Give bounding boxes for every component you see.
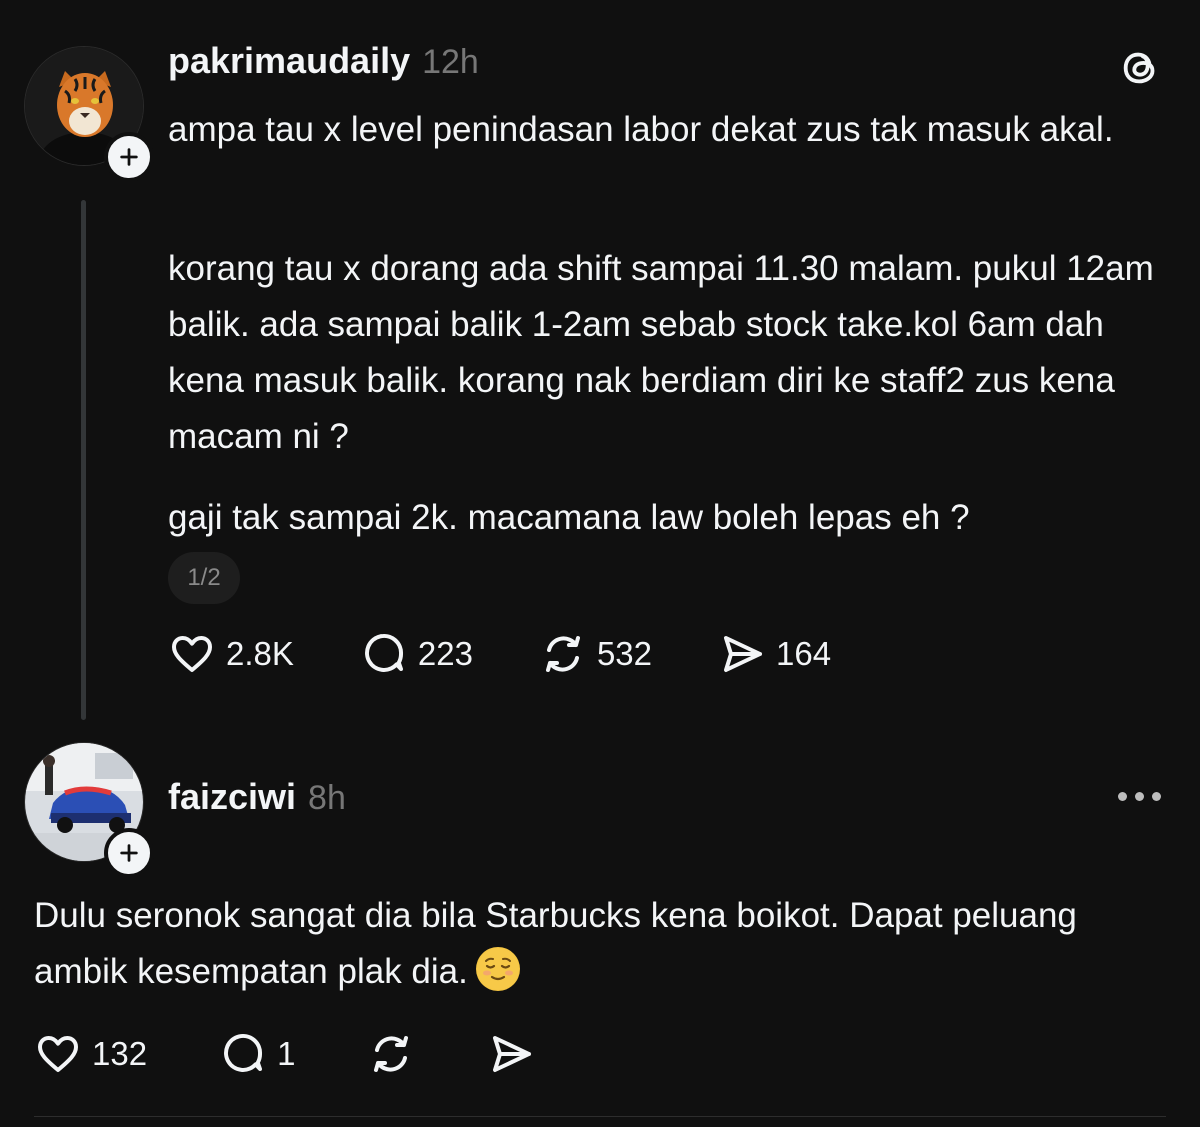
timestamp: 12h [422,43,479,81]
thread-connector-line [81,200,86,720]
username[interactable]: faizciwi [168,776,296,818]
post-header: pakrimaudaily 12h [168,40,479,82]
comment-icon [364,633,403,672]
post-header: faizciwi 8h [168,776,346,818]
timestamp: 8h [308,779,346,817]
plus-icon [120,148,138,166]
repost-icon [545,636,580,672]
reply-count: 223 [417,635,473,672]
send-icon [724,636,763,672]
action-bar: 2.8K 223 532 164 [168,630,897,678]
action-bar: 132 1 [34,1030,607,1078]
more-dot [1135,792,1144,801]
comment-icon [224,1033,263,1072]
page-indicator: 1/2 [168,552,240,604]
like-button[interactable]: 132 [34,1030,147,1078]
repost-button[interactable]: 532 [539,630,652,678]
reply-text: Dulu seronok sangat dia bila Starbucks k… [34,896,1077,991]
reply-count: 1 [277,1035,296,1072]
post-paragraph-1: ampa tau x level penindasan labor dekat … [168,110,1114,149]
more-options-button[interactable] [1118,792,1161,801]
author-avatar-container[interactable] [24,46,154,182]
heart-icon [38,1036,78,1072]
like-count: 132 [92,1035,148,1072]
reply-button[interactable]: 223 [360,630,473,678]
follow-button[interactable] [104,132,154,182]
repost-icon [374,1036,409,1072]
thread-reply-post: faizciwi 8h Dulu seronok sangat dia bila… [0,730,1200,1127]
send-icon [493,1036,532,1072]
repost-count: 532 [596,635,653,672]
repost-button[interactable] [367,1030,415,1078]
relieved-face-icon [476,948,519,990]
reply-text-container: Dulu seronok sangat dia bila Starbucks k… [34,888,1174,1000]
username[interactable]: pakrimaudaily [168,40,410,82]
share-button[interactable]: 164 [718,630,831,678]
more-dot [1118,792,1127,801]
post-divider [34,1116,1166,1117]
plus-icon [120,844,138,862]
share-button[interactable] [487,1030,535,1078]
thread-post-main: pakrimaudaily 12h ampa tau x level penin… [0,0,1200,730]
share-count: 164 [776,635,832,672]
follow-button[interactable] [104,828,154,878]
heart-icon [172,636,212,672]
like-count: 2.8K [226,635,294,672]
reply-button[interactable]: 1 [219,1030,295,1078]
like-button[interactable]: 2.8K [168,630,294,678]
author-avatar-container[interactable] [24,742,154,878]
post-paragraph-2: korang tau x dorang ada shift sampai 11.… [168,249,1154,456]
relieved-face-emoji [475,947,520,991]
post-paragraph-3: gaji tak sampai 2k. macamana law boleh l… [168,498,970,537]
threads-logo-icon[interactable] [1118,44,1164,90]
more-dot [1152,792,1161,801]
